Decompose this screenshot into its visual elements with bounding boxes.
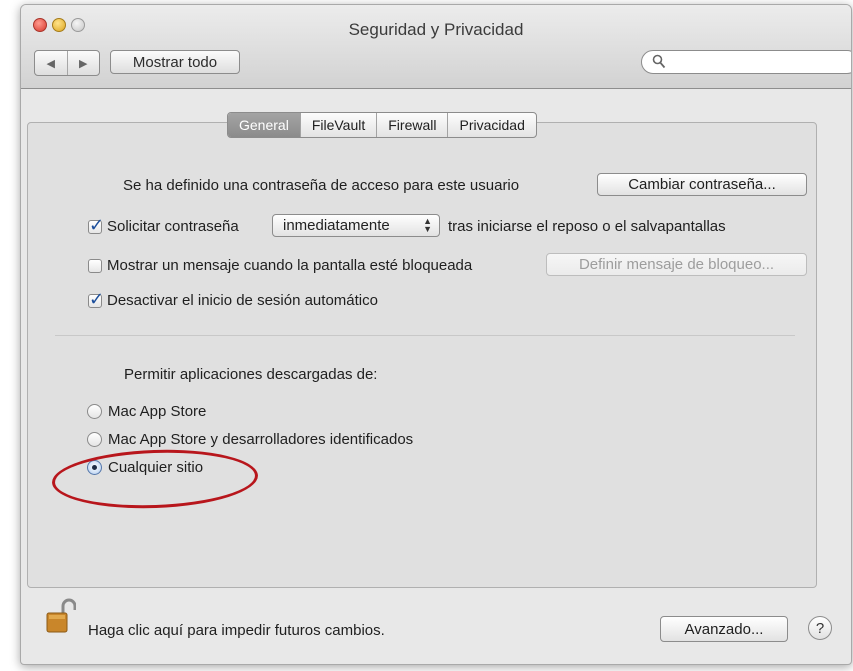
popup-arrows-icon: ▲ ▼ (423, 216, 432, 234)
show-message-label: Mostrar un mensaje cuando la pantalla es… (107, 257, 473, 274)
back-forward-control: ◀ ▶ (34, 50, 100, 76)
require-password-suffix: tras iniciarse el reposo o el salvapanta… (448, 218, 726, 235)
search-field[interactable] (641, 50, 851, 74)
radio-label-identified-developers: Mac App Store y desarrolladores identifi… (108, 431, 414, 448)
tab-firewall[interactable]: Firewall (377, 113, 449, 137)
help-button[interactable]: ? (808, 616, 832, 640)
search-icon (652, 54, 666, 69)
disable-auto-login-label: Desactivar el inicio de sesión automátic… (107, 292, 378, 309)
checkmark-icon: ✓ (89, 289, 105, 309)
radio-label-mac-app-store: Mac App Store (108, 403, 207, 420)
radio-mac-app-store[interactable] (87, 404, 102, 419)
show-message-checkbox[interactable] (88, 259, 102, 273)
disable-auto-login-checkbox[interactable]: ✓ (88, 289, 104, 309)
password-delay-value: inmediatamente (283, 217, 390, 234)
question-mark-icon: ? (815, 619, 825, 637)
checkmark-icon: ✓ (89, 215, 105, 235)
forward-button[interactable]: ▶ (68, 51, 100, 75)
lock-icon[interactable] (46, 598, 76, 634)
require-password-checkbox[interactable]: ✓ (88, 215, 104, 235)
tab-bar: General FileVault Firewall Privacidad (227, 112, 537, 138)
set-lock-message-button[interactable]: Definir mensaje de bloqueo... (546, 253, 807, 276)
tab-filevault[interactable]: FileVault (301, 113, 378, 137)
require-password-label: Solicitar contraseña (107, 218, 239, 235)
title-bar: Seguridad y Privacidad ◀ ▶ Mostrar todo (21, 5, 851, 89)
section-divider (55, 335, 795, 336)
show-all-button[interactable]: Mostrar todo (110, 50, 240, 74)
tab-privacidad[interactable]: Privacidad (448, 113, 535, 137)
password-delay-popup[interactable]: inmediatamente ▲ ▼ (272, 214, 440, 237)
window-title: Seguridad y Privacidad (348, 20, 524, 39)
lock-message: Haga clic aquí para impedir futuros camb… (88, 622, 385, 639)
password-set-text: Se ha definido una contraseña de acceso … (123, 177, 520, 194)
advanced-button[interactable]: Avanzado... (660, 616, 788, 642)
tab-general[interactable]: General (228, 113, 301, 137)
radio-identified-developers[interactable] (87, 432, 102, 447)
change-password-button[interactable]: Cambiar contraseña... (597, 173, 807, 196)
allow-apps-heading: Permitir aplicaciones descargadas de: (124, 366, 378, 383)
back-button[interactable]: ◀ (35, 51, 68, 75)
